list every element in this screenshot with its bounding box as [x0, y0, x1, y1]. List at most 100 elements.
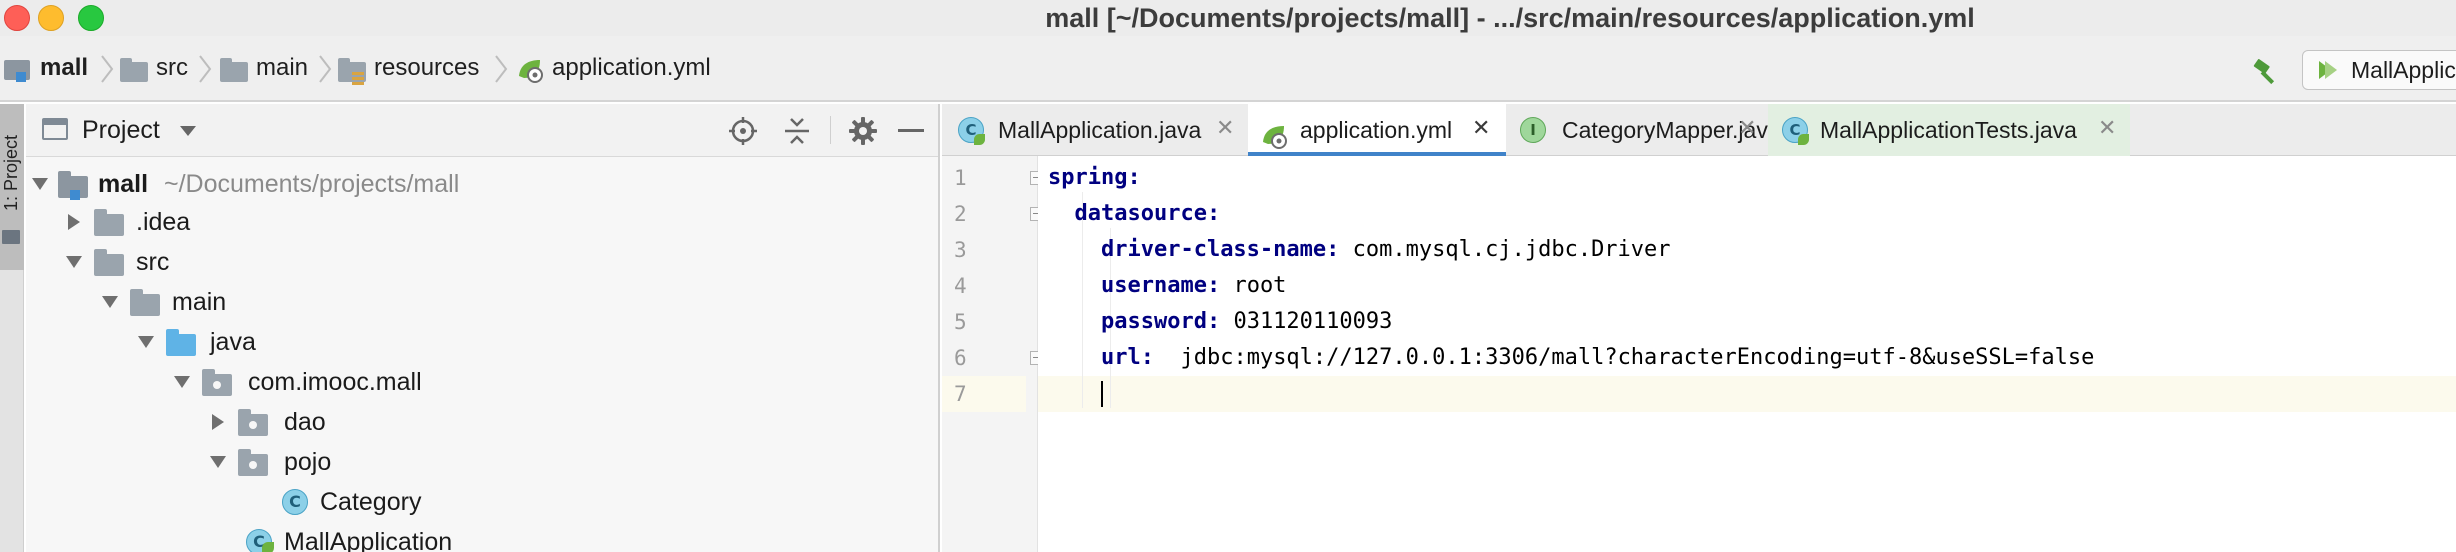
- expand-arrow-icon[interactable]: [212, 414, 224, 430]
- yaml-value: jdbc:mysql://127.0.0.1:3306/mall?charact…: [1153, 345, 2095, 370]
- editor-tab-bar: C MallApplication.java ✕ application.yml…: [942, 104, 2456, 156]
- breadcrumb-item-main[interactable]: main: [256, 36, 308, 100]
- yaml-key: password: [1100, 309, 1207, 334]
- yaml-value: root: [1220, 273, 1287, 298]
- tree-item-label: MallApplication: [284, 528, 453, 552]
- tree-item[interactable]: com.imooc.mall: [26, 362, 938, 402]
- interface-icon: I: [1520, 117, 1546, 143]
- run-configuration-selector[interactable]: MallApplic: [2302, 50, 2456, 90]
- code-line: username: root: [1048, 268, 1286, 304]
- folder-icon: [130, 289, 160, 316]
- close-icon[interactable]: ✕: [1738, 118, 1756, 140]
- chevron-right-icon: [100, 54, 114, 84]
- spring-run-icon: [2317, 59, 2339, 81]
- tree-item-label: com.imooc.mall: [248, 368, 422, 396]
- chevron-right-icon: [318, 54, 332, 84]
- tree-item[interactable]: dao: [26, 402, 938, 442]
- locate-file-icon[interactable]: [728, 116, 758, 146]
- collapse-all-icon[interactable]: [782, 116, 812, 146]
- chevron-right-icon: [494, 54, 508, 84]
- breadcrumb-item-mall[interactable]: mall: [40, 36, 88, 100]
- tab-categorymapper-java[interactable]: I CategoryMapper.java ✕: [1506, 104, 1781, 156]
- code-editor[interactable]: spring: datasource: driver-class-name: c…: [1038, 156, 2456, 552]
- line-number: 7: [942, 376, 1026, 412]
- tree-item[interactable]: pojo: [26, 442, 938, 482]
- tree-item[interactable]: java: [26, 322, 938, 362]
- yaml-value: 031120110093: [1220, 309, 1393, 334]
- close-icon[interactable]: ✕: [1472, 118, 1490, 140]
- tree-item[interactable]: .idea: [26, 202, 938, 242]
- build-hammer-icon[interactable]: [2252, 58, 2280, 86]
- close-icon[interactable]: ✕: [2098, 118, 2116, 140]
- close-window-button[interactable]: [4, 5, 30, 31]
- expand-arrow-icon[interactable]: [210, 456, 226, 468]
- expand-arrow-icon[interactable]: [66, 256, 82, 268]
- chevron-down-icon[interactable]: [180, 126, 196, 136]
- breadcrumb-item-src[interactable]: src: [156, 36, 188, 100]
- close-icon[interactable]: ✕: [1216, 118, 1234, 140]
- yaml-separator: :: [1140, 345, 1154, 370]
- yaml-key: spring: [1048, 165, 1128, 190]
- line-number: 3: [954, 238, 967, 262]
- editor-gutter: 1 2 3 4 5 6 7: [942, 156, 1044, 552]
- current-line-highlight: [1038, 376, 2456, 412]
- tree-item[interactable]: src: [26, 242, 938, 282]
- tree-item-label: java: [210, 328, 256, 356]
- line-number: 2: [954, 202, 967, 226]
- yaml-key: driver-class-name: [1100, 237, 1327, 262]
- package-icon: [202, 369, 232, 396]
- expand-arrow-icon[interactable]: [174, 376, 190, 388]
- code-line: url: jdbc:mysql://127.0.0.1:3306/mall?ch…: [1048, 340, 2094, 376]
- tree-item-label: main: [172, 288, 227, 316]
- line-number: 5: [954, 310, 967, 334]
- module-marker-icon: [16, 72, 26, 82]
- package-icon: [238, 409, 268, 436]
- project-tool-button[interactable]: 1: Project: [0, 104, 24, 270]
- spring-leaf-icon: [262, 542, 274, 552]
- yaml-key: datasource: [1074, 201, 1207, 226]
- tab-mallapplicationtests-java[interactable]: C MallApplicationTests.java ✕: [1768, 104, 2130, 156]
- tab-label: MallApplication.java: [998, 117, 1202, 143]
- spring-config-icon: [1260, 116, 1288, 149]
- tree-item[interactable]: C MallApplication: [26, 522, 938, 552]
- toolbar-divider: [830, 116, 831, 144]
- window-title: mall [~/Documents/projects/mall] - .../s…: [1045, 3, 1975, 33]
- spring-leaf-icon: [1798, 134, 1809, 145]
- minimize-window-button[interactable]: [38, 5, 64, 31]
- tree-item[interactable]: mall ~/Documents/projects/mall: [26, 164, 938, 204]
- window-title-bar: mall [~/Documents/projects/mall] - .../s…: [0, 0, 2456, 36]
- code-line: password: 031120110093: [1048, 304, 1392, 340]
- minimize-panel-icon[interactable]: [898, 129, 924, 132]
- tree-item[interactable]: main: [26, 282, 938, 322]
- module-marker-icon: [70, 190, 80, 200]
- text-cursor: [1100, 381, 1103, 407]
- breadcrumb-item-resources[interactable]: resources: [374, 36, 479, 100]
- project-view-title[interactable]: Project: [82, 104, 160, 156]
- tab-application-yml[interactable]: application.yml ✕: [1248, 104, 1506, 156]
- code-line: driver-class-name: com.mysql.cj.jdbc.Dri…: [1048, 232, 1671, 268]
- tree-item[interactable]: C Category: [26, 482, 938, 522]
- line-number: 1: [954, 166, 967, 190]
- code-line: spring:: [1048, 160, 1141, 196]
- gear-icon[interactable]: [848, 116, 878, 146]
- expand-arrow-icon[interactable]: [68, 214, 80, 230]
- line-number: 4: [954, 274, 967, 298]
- tab-label: application.yml: [1300, 117, 1453, 143]
- project-panel: Project mall ~/Documents/projects/mall .…: [26, 104, 940, 552]
- project-view-icon: [42, 118, 68, 140]
- folder-icon: [220, 58, 248, 82]
- run-configuration-label: MallApplic: [2351, 57, 2456, 83]
- expand-arrow-icon[interactable]: [32, 178, 48, 190]
- breadcrumb-item-application-yml[interactable]: application.yml: [552, 36, 711, 100]
- zoom-window-button[interactable]: [78, 5, 104, 31]
- tree-item-label: pojo: [284, 448, 332, 476]
- expand-arrow-icon[interactable]: [138, 336, 154, 348]
- project-panel-header: Project: [26, 104, 938, 157]
- expand-arrow-icon[interactable]: [102, 296, 118, 308]
- spring-leaf-icon: [974, 134, 985, 145]
- yaml-key: url: [1100, 345, 1141, 370]
- resources-marker-icon: [352, 72, 364, 75]
- tree-item-path: ~/Documents/projects/mall: [164, 170, 460, 198]
- tab-mallapplication-java[interactable]: C MallApplication.java ✕: [942, 104, 1248, 156]
- yaml-key: username: [1100, 273, 1207, 298]
